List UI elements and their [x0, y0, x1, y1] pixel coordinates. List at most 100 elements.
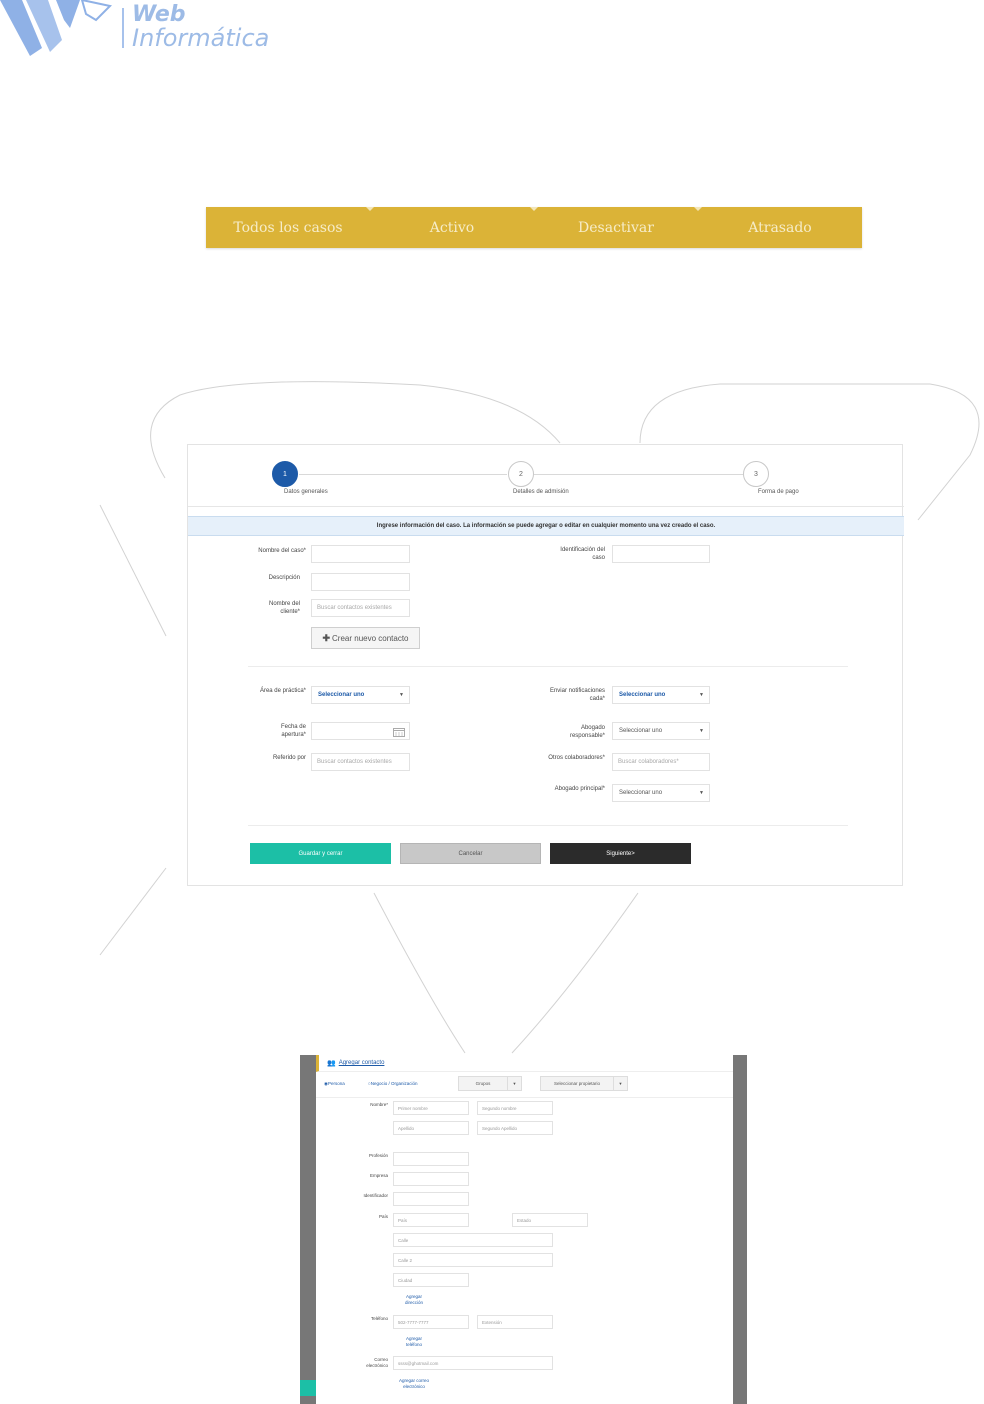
- logo-line1: Web: [132, 2, 186, 27]
- section-divider: [248, 825, 848, 826]
- type-business-radio[interactable]: ○Negocio / Organización: [368, 1081, 418, 1086]
- next-button[interactable]: Siguiente>: [550, 843, 691, 864]
- profession-label: Profesión: [368, 1153, 388, 1158]
- phone-input[interactable]: 502-7777-7777: [393, 1315, 469, 1329]
- open-date-label: Fecha de apertura*: [280, 724, 306, 738]
- open-date-input[interactable]: [311, 722, 410, 740]
- type-business-label: Negocio / Organización: [370, 1081, 418, 1086]
- tab-deactivate[interactable]: Desactivar: [530, 207, 698, 248]
- case-filter-tabs: Todos los casos Activo Desactivar Atrasa…: [206, 207, 862, 248]
- new-contact-label: Crear nuevo contacto: [332, 633, 409, 643]
- company-label: Empresa: [369, 1173, 388, 1178]
- modal-divider: [316, 1097, 733, 1098]
- lead-label: Abogado principal*: [554, 786, 605, 792]
- step-2-circle[interactable]: 2: [508, 461, 534, 487]
- description-label: Descripción: [268, 575, 300, 581]
- plus-icon: ✚: [322, 632, 331, 643]
- modal-title: Agregar contacto: [338, 1060, 385, 1066]
- responsible-label: Abogado responsable*: [569, 725, 605, 739]
- case-id-label: Identificación del caso: [560, 547, 605, 561]
- groups-select[interactable]: Grupos ▼: [458, 1076, 522, 1091]
- new-case-form: 1 2 3 Datos generales Detalles de admisi…: [187, 444, 904, 886]
- background-button-fragment: [300, 1380, 316, 1396]
- caret-down-icon: ▼: [507, 1077, 521, 1090]
- section-divider: [248, 666, 848, 667]
- first-name-input[interactable]: Primer nombre: [393, 1101, 469, 1115]
- referred-label: Referido por: [272, 755, 306, 761]
- country-input[interactable]: País: [393, 1213, 469, 1227]
- responsible-select[interactable]: Seleccionar uno ▼: [612, 722, 710, 740]
- second-last-name-input[interactable]: Segundo Apellido: [477, 1121, 553, 1135]
- country-label: País: [378, 1214, 388, 1219]
- notify-value: Seleccionar uno: [619, 692, 666, 698]
- extension-input[interactable]: Extensión: [477, 1315, 553, 1329]
- phone-label: Teléfono: [370, 1316, 388, 1321]
- info-message: Ingrese información del caso. La informa…: [188, 516, 904, 536]
- tab-overdue[interactable]: Atrasado: [694, 207, 862, 248]
- street-input[interactable]: Calle: [393, 1233, 553, 1247]
- contacts-icon: 👥: [327, 1060, 336, 1067]
- collaborators-label: Otros colaboradores*: [548, 755, 605, 761]
- name-label: Nombre*: [370, 1102, 388, 1107]
- state-input[interactable]: Estado: [512, 1213, 588, 1227]
- caret-down-icon: ▼: [613, 1077, 627, 1090]
- add-phone-link[interactable]: Agregar teléfono: [400, 1336, 428, 1348]
- middle-name-input[interactable]: Segundo nombre: [477, 1101, 553, 1115]
- step-connector: [534, 474, 743, 475]
- practice-area-value: Seleccionar uno: [318, 692, 365, 698]
- wizard-stepper: 1 2 3 Datos generales Detalles de admisi…: [188, 445, 904, 507]
- city-input[interactable]: Ciudad: [393, 1273, 469, 1287]
- owner-label: Seleccionar propietario: [553, 1081, 601, 1086]
- type-person-radio[interactable]: ◉Persona: [324, 1081, 345, 1087]
- notify-select[interactable]: Seleccionar uno ▼: [612, 686, 710, 704]
- modal-header: 👥 Agregar contacto: [316, 1055, 733, 1072]
- collaborators-search-input[interactable]: Buscar colaboradores*: [612, 753, 710, 771]
- logo-line2: Informática: [132, 24, 270, 52]
- owner-select[interactable]: Seleccionar propietario ▼: [540, 1076, 628, 1091]
- street2-input[interactable]: Calle 2: [393, 1253, 553, 1267]
- case-name-input[interactable]: [311, 545, 410, 563]
- save-close-button[interactable]: Guardar y cerrar: [250, 843, 391, 864]
- client-name-label: Nombre del cliente*: [268, 601, 300, 615]
- new-contact-button[interactable]: ✚ Crear nuevo contacto: [311, 627, 420, 649]
- notify-label: Enviar notificaciones cada*: [549, 688, 605, 702]
- web-informatica-logo: Web Informática: [0, 0, 270, 60]
- identifier-label: Identificador: [363, 1193, 388, 1198]
- practice-area-label: Área de práctica*: [259, 688, 306, 694]
- step-1-label: Datos generales: [284, 489, 328, 495]
- identifier-input[interactable]: [393, 1192, 469, 1206]
- calendar-icon[interactable]: [393, 727, 405, 737]
- email-label: Correo electrónico: [366, 1357, 388, 1368]
- caret-down-icon: ▼: [399, 692, 404, 698]
- email-input[interactable]: ssss@ghotmail.com: [393, 1356, 553, 1370]
- add-contact-modal: 👥 Agregar contacto ◉Persona ○Negocio / O…: [316, 1055, 733, 1404]
- type-person-label: Persona: [327, 1081, 345, 1086]
- referred-search-input[interactable]: Buscar contactos existentes: [311, 753, 410, 771]
- profession-input[interactable]: [393, 1152, 469, 1166]
- case-name-label: Nombre del caso*: [258, 548, 306, 554]
- lead-value: Seleccionar uno: [619, 790, 663, 796]
- caret-down-icon: ▼: [699, 728, 704, 734]
- step-2-label: Detalles de admisión: [513, 489, 569, 495]
- practice-area-select[interactable]: Seleccionar uno ▼: [311, 686, 410, 704]
- last-name-input[interactable]: Apellido: [393, 1121, 469, 1135]
- caret-down-icon: ▼: [699, 692, 704, 698]
- step-1-circle[interactable]: 1: [272, 461, 298, 487]
- company-input[interactable]: [393, 1172, 469, 1186]
- case-id-input[interactable]: [612, 545, 710, 563]
- groups-label: Grupos: [475, 1081, 491, 1086]
- add-address-link[interactable]: Agregar dirección: [400, 1294, 428, 1306]
- step-3-label: Forma de pago: [758, 489, 799, 495]
- tab-active[interactable]: Activo: [366, 207, 534, 248]
- add-contact-screenshot: 👥 Agregar contacto ◉Persona ○Negocio / O…: [300, 1055, 747, 1404]
- lead-select[interactable]: Seleccionar uno ▼: [612, 784, 710, 802]
- tab-all-cases[interactable]: Todos los casos: [206, 207, 370, 248]
- description-input[interactable]: [311, 573, 410, 591]
- client-search-input[interactable]: Buscar contactos existentes: [311, 599, 410, 617]
- step-connector: [299, 474, 507, 475]
- cancel-button[interactable]: Cancelar: [400, 843, 541, 864]
- responsible-value: Seleccionar uno: [619, 728, 663, 734]
- logo-w-mark-icon: [0, 0, 113, 56]
- step-3-circle[interactable]: 3: [743, 461, 769, 487]
- add-email-link[interactable]: Agregar correo electrónico: [398, 1378, 430, 1390]
